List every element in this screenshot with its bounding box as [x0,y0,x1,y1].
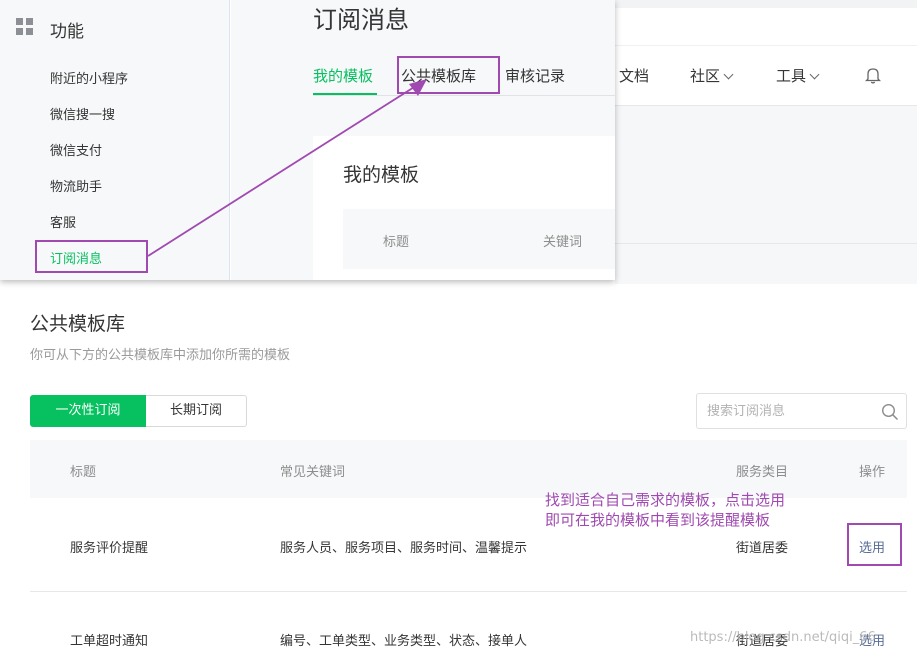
row-divider [30,591,907,592]
section-title: 公共模板库 [30,313,126,335]
menu-item-wechat-pay[interactable]: 微信支付 [50,140,102,159]
nav-community-label: 社区 [690,67,721,85]
one-time-subscribe-button[interactable]: 一次性订阅 [30,395,146,427]
tab-review-records[interactable]: 审核记录 [505,65,565,86]
annotation-line-2: 即可在我的模板中看到该提醒模板 [545,511,771,529]
top-bar [615,0,917,8]
card-title: 我的模板 [343,164,420,186]
menu-section-title: 功能 [50,22,84,42]
annotation-note: 找到适合自己需求的模板，点击选用 即可在我的模板中看到该提醒模板 [545,490,785,530]
bell-icon[interactable] [865,67,881,84]
col-action: 操作 [859,465,886,480]
grid-icon [16,18,33,35]
row-1-keywords: 服务人员、服务项目、服务时间、温馨提示 [280,541,528,556]
nav-tools[interactable]: 工具 [776,65,820,86]
chevron-down-icon [723,69,734,80]
overlay-screenshot: 功能 附近的小程序 微信搜一搜 微信支付 物流助手 客服 订阅消息 订阅消息 我… [0,0,615,280]
annotation-line-1: 找到适合自己需求的模板，点击选用 [545,491,786,509]
card-col-title: 标题 [383,235,410,250]
section-subtitle: 你可从下方的公共模板库中添加你所需的模板 [30,348,291,363]
menu-item-customer-service[interactable]: 客服 [50,212,76,231]
chevron-down-icon [809,69,820,80]
row-1-category: 街道居委 [736,541,789,556]
divider [615,243,917,244]
col-category: 服务类目 [736,465,789,480]
tab-my-templates[interactable]: 我的模板 [313,65,373,86]
highlight-tab-public-library [397,56,500,94]
subscription-type-toggle: 一次性订阅 长期订阅 [30,395,247,427]
search-icon[interactable] [881,403,899,421]
col-title: 标题 [70,465,97,480]
highlight-menu-subscribe [35,240,148,273]
long-term-subscribe-button[interactable]: 长期订阅 [146,395,247,427]
menu-item-nearby-miniprogram[interactable]: 附近的小程序 [50,68,128,87]
row-2-keywords: 编号、工单类型、业务类型、状态、接单人 [280,634,528,649]
side-menu: 功能 附近的小程序 微信搜一搜 微信支付 物流助手 客服 订阅消息 [0,0,230,280]
content-background [615,106,917,284]
watermark: https://blog.csdn.net/qiqi_66 [690,630,876,645]
card-col-keywords: 关键词 [543,235,583,250]
col-keywords: 常见关键词 [280,465,346,480]
active-tab-indicator [313,93,377,95]
page-title: 订阅消息 [313,6,409,34]
nav-tools-label: 工具 [776,67,807,85]
menu-item-wechat-search[interactable]: 微信搜一搜 [50,104,115,123]
row-1-title: 服务评价提醒 [70,541,149,556]
search-box [696,393,907,429]
top-search-strip [615,8,917,46]
row-2-title: 工单超时通知 [70,634,149,649]
nav-docs[interactable]: 文档 [619,65,649,86]
nav-community[interactable]: 社区 [690,65,734,86]
highlight-select-link [847,523,902,566]
menu-item-logistics[interactable]: 物流助手 [50,176,102,195]
tab-divider [313,95,615,96]
search-input[interactable] [707,402,872,420]
